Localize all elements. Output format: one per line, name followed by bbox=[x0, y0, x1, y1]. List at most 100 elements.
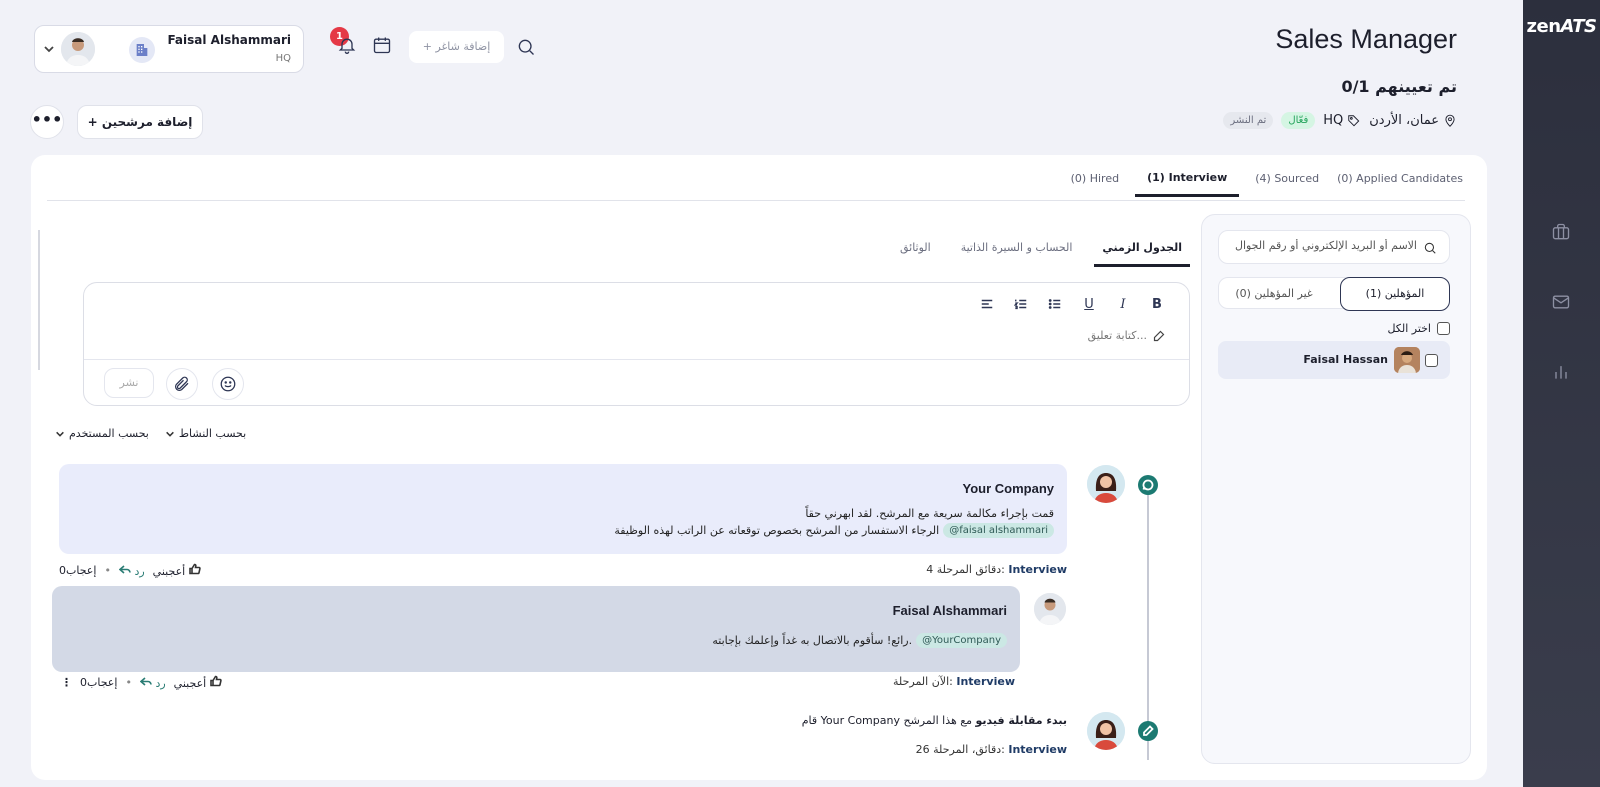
reply-button[interactable]: رد bbox=[139, 675, 166, 690]
tab-hired[interactable]: (0) Hired bbox=[1069, 160, 1121, 197]
reply-author: Faisal Alshammari bbox=[892, 603, 1007, 618]
likes-count: 0إعجاب bbox=[80, 676, 118, 689]
post-button[interactable]: نشر bbox=[104, 368, 154, 398]
chevron-down-icon bbox=[165, 431, 174, 437]
like-button[interactable]: أعجبني bbox=[174, 675, 222, 690]
candidate-search-input[interactable] bbox=[1227, 239, 1417, 252]
activity-stage: 26 دقائق، المرحلة: Interview bbox=[915, 743, 1067, 756]
timeline-filters: بحسب المستخدم بحسب النشاط bbox=[55, 427, 246, 440]
editor-toolbar: B I U bbox=[979, 297, 1165, 315]
comment-text: قمت بإجراء مكالمة سريعة مع المرشح. لقد ا… bbox=[805, 507, 1054, 520]
select-all-checkbox[interactable] bbox=[1437, 322, 1450, 335]
candidate-subtabs: الجدول الزمني الحساب و السيرة الذاتية ال… bbox=[892, 233, 1190, 267]
comment-author: Your Company bbox=[962, 481, 1055, 496]
comment-actions: 0إعجاب • رد أعجبني bbox=[59, 563, 201, 578]
comment-bubble: Your Company قمت بإجراء مكالمة سريعة مع … bbox=[59, 464, 1067, 554]
job-location: عمان، الأردن bbox=[1369, 113, 1457, 128]
reply-icon bbox=[139, 677, 152, 686]
candidate-checkbox[interactable] bbox=[1425, 354, 1438, 367]
jobs-icon[interactable] bbox=[1551, 222, 1573, 244]
subtab-timeline[interactable]: الجدول الزمني bbox=[1094, 233, 1190, 267]
company-avatar bbox=[1087, 712, 1125, 750]
user-location: HQ bbox=[275, 53, 291, 64]
attachment-icon[interactable] bbox=[166, 368, 198, 400]
reply-icon bbox=[118, 565, 131, 574]
zenats-logo[interactable]: zenATS bbox=[1523, 16, 1600, 37]
mention-tag[interactable]: @YourCompany bbox=[916, 633, 1007, 648]
chevron-down-icon bbox=[43, 43, 55, 55]
page-title: Sales Manager bbox=[1275, 24, 1457, 54]
search-icon[interactable] bbox=[516, 37, 538, 59]
tab-applied[interactable]: (0) Applied Candidates bbox=[1335, 160, 1465, 197]
comment-text: @faisal alshammari الرجاء الاستفسار من ا… bbox=[614, 523, 1054, 538]
comment-input[interactable]: كتابة تعليق... bbox=[1088, 329, 1165, 342]
user-name: Faisal Alshammari bbox=[167, 33, 291, 47]
qualification-toggle: المؤهلين (1) غير المؤهلين (0) bbox=[1218, 277, 1450, 311]
activity-text: قام Your Company ببدء مقابلة فيديو مع هذ… bbox=[801, 714, 1067, 727]
reports-icon[interactable] bbox=[1551, 362, 1573, 384]
assigned-count: 0/1 تم تعيينهم bbox=[1341, 77, 1457, 96]
bullet-list-icon[interactable] bbox=[1047, 297, 1063, 315]
bell-icon[interactable] bbox=[337, 35, 359, 57]
comment-editor: B I U كتابة تعليق... نشر bbox=[83, 282, 1190, 406]
comment-stage: 4 دقائق المرحلة: Interview bbox=[926, 563, 1067, 576]
subtab-documents[interactable]: الوثائق bbox=[892, 233, 939, 267]
add-candidates-button[interactable]: + إضافة مرشحين bbox=[77, 105, 203, 139]
add-vacancy-button[interactable]: + إضافة شاغر bbox=[409, 31, 504, 63]
unqualified-tab[interactable]: غير المؤهلين (0) bbox=[1219, 278, 1329, 310]
timeline-line bbox=[1147, 485, 1149, 760]
like-button[interactable]: أعجبني bbox=[153, 563, 201, 578]
status-badge-active: فعّال bbox=[1281, 112, 1316, 129]
likes-count: 0إعجاب bbox=[59, 564, 97, 577]
job-branch: HQ bbox=[1323, 113, 1361, 128]
align-icon[interactable] bbox=[979, 297, 995, 315]
pipeline-tabs: (0) Applied Candidates (4) Sourced (1) I… bbox=[1069, 155, 1465, 201]
reply-actions: ⋮ 0إعجاب • رد أعجبني bbox=[61, 675, 222, 690]
thumbs-up-icon bbox=[209, 675, 222, 687]
subtab-profile[interactable]: الحساب و السيرة الذاتية bbox=[953, 233, 1081, 267]
editor-divider bbox=[84, 359, 1189, 360]
calendar-icon[interactable] bbox=[372, 35, 394, 57]
comment-icon bbox=[1138, 475, 1158, 495]
thumbs-up-icon bbox=[188, 563, 201, 575]
qualified-tab[interactable]: المؤهلين (1) bbox=[1340, 277, 1450, 311]
main-panel: (0) Applied Candidates (4) Sourced (1) I… bbox=[31, 155, 1487, 780]
filter-by-user[interactable]: بحسب المستخدم bbox=[55, 427, 149, 440]
tab-sourced[interactable]: (4) Sourced bbox=[1253, 160, 1321, 197]
candidate-name: Faisal Hassan bbox=[1303, 353, 1388, 366]
status-badge-posted: تم النشر bbox=[1223, 112, 1274, 129]
select-all-label: اختر الكل bbox=[1387, 322, 1431, 335]
reply-text: @YourCompany رائع! سأقوم بالاتصال به غدا… bbox=[712, 633, 1007, 648]
user-switcher[interactable]: Faisal Alshammari HQ bbox=[34, 25, 304, 73]
candidates-panel: المؤهلين (1) غير المؤهلين (0) اختر الكل … bbox=[1201, 214, 1471, 764]
user-avatar bbox=[61, 32, 95, 66]
location-pin-icon bbox=[1445, 114, 1455, 127]
user-avatar bbox=[1034, 593, 1066, 625]
job-meta: عمان، الأردن HQ فعّال تم النشر bbox=[1223, 112, 1457, 129]
mail-icon[interactable] bbox=[1551, 292, 1573, 314]
italic-icon[interactable]: I bbox=[1115, 297, 1131, 315]
scroll-rail bbox=[38, 230, 40, 370]
app-sidebar: zenATS bbox=[1523, 0, 1600, 787]
underline-icon[interactable]: U bbox=[1081, 297, 1097, 315]
select-all[interactable]: اختر الكل bbox=[1387, 322, 1450, 335]
search-icon bbox=[1424, 242, 1436, 254]
candidate-row[interactable]: Faisal Hassan bbox=[1218, 341, 1450, 379]
candidate-avatar bbox=[1394, 347, 1420, 373]
numbered-list-icon[interactable] bbox=[1013, 297, 1029, 315]
bold-icon[interactable]: B bbox=[1149, 297, 1165, 315]
reply-stage: الآن المرحلة: Interview bbox=[893, 675, 1015, 688]
mention-tag[interactable]: @faisal alshammari bbox=[943, 523, 1054, 538]
candidate-search bbox=[1218, 230, 1450, 264]
tabs-divider bbox=[47, 200, 1465, 201]
kebab-icon[interactable]: ⋮ bbox=[61, 676, 72, 689]
reply-button[interactable]: رد bbox=[118, 563, 145, 578]
filter-by-activity[interactable]: بحسب النشاط bbox=[165, 427, 246, 440]
more-options-button[interactable]: ••• bbox=[30, 105, 64, 139]
tab-interview[interactable]: (1) Interview bbox=[1135, 159, 1240, 197]
company-avatar bbox=[1087, 465, 1125, 503]
emoji-icon[interactable] bbox=[212, 368, 244, 400]
edit-icon bbox=[1153, 330, 1165, 341]
reply-bubble: Faisal Alshammari @YourCompany رائع! سأق… bbox=[52, 586, 1020, 672]
chevron-down-icon bbox=[56, 431, 64, 437]
